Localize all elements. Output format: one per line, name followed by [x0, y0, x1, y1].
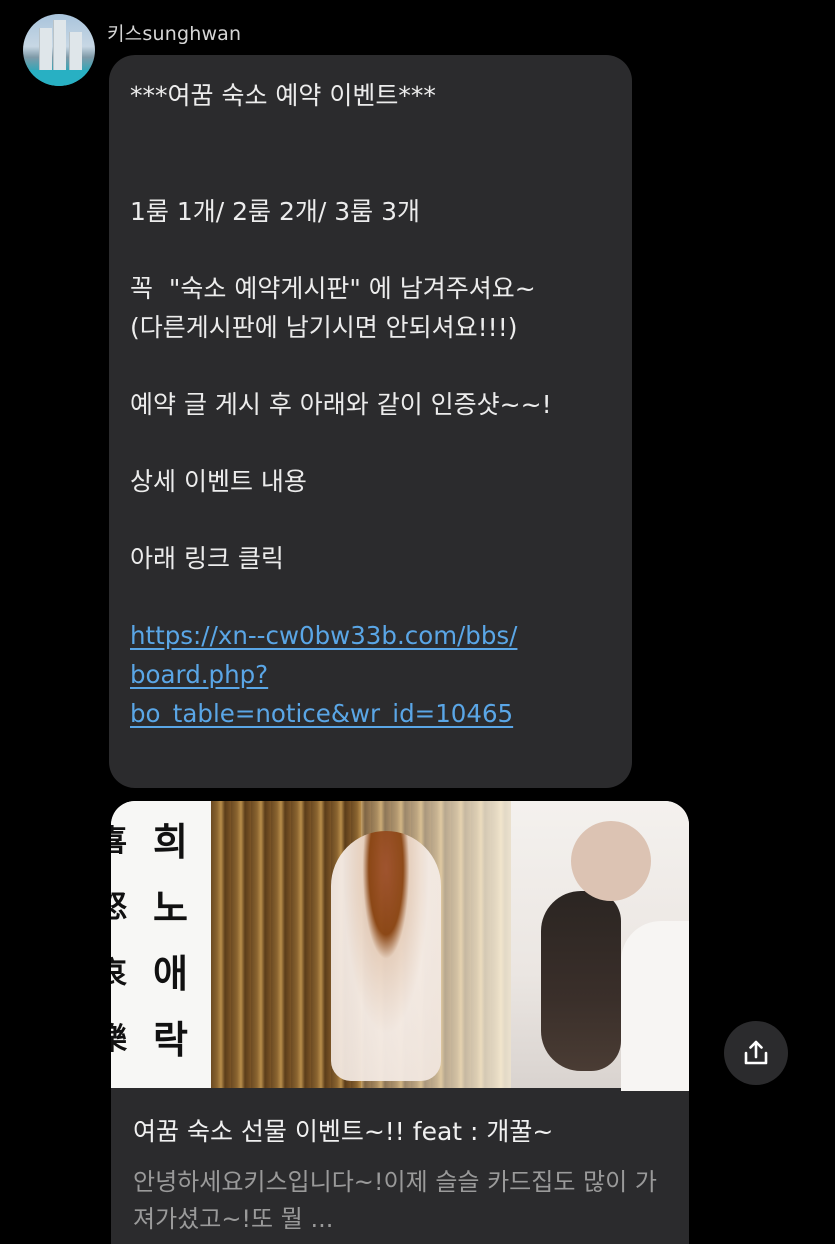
hangul-char: 희 [153, 819, 188, 864]
hangul-char: 락 [153, 1017, 188, 1062]
share-button[interactable] [724, 1021, 788, 1085]
message-line: 상세 이벤트 내용 [130, 466, 307, 496]
avatar-building [39, 28, 52, 72]
avatar-building [69, 32, 82, 72]
portrait-photo [511, 801, 689, 1091]
avatar-building [53, 20, 66, 72]
hangul-char: 노 [153, 885, 188, 930]
message-link[interactable]: bo_table=notice&wr_id=10465 [130, 695, 614, 734]
model-figure [331, 831, 441, 1081]
avatar[interactable] [23, 14, 95, 86]
message-line [130, 424, 614, 463]
hanja-char: 樂 [111, 1022, 127, 1057]
sender-name: 키스sunghwan [107, 23, 242, 45]
link-preview-title[interactable]: 여꿈 숙소 선물 이벤트~!! feat : 개꿀~ [133, 1112, 553, 1148]
message-line [130, 116, 614, 155]
message-line: (다른게시판에 남기시면 안되셔요!!!) [130, 312, 518, 342]
link-preview-description: 안녕하세요키스입니다~!이제 슬슬 카드집도 많이 가져가셨고~!또 뭘 ... [133, 1168, 657, 1233]
calligraphy-hanja-column: 喜 怒 哀 樂 [111, 809, 127, 1073]
message-line [130, 347, 614, 386]
bamboo-photo [211, 801, 511, 1088]
hanja-char: 喜 [111, 824, 127, 859]
message-line: 꼭 "숙소 예약게시판" 에 남겨주셔요~ [130, 273, 536, 303]
hanja-char: 哀 [111, 956, 127, 991]
message-line [130, 579, 614, 618]
avatar-pool [23, 70, 95, 86]
link-preview-card[interactable]: 喜 怒 哀 樂 희 노 애 락 여꿈 숙소 선물 이벤트~!! feat: 개… [111, 801, 689, 1244]
message-line: ***여꿈 숙소 예약 이벤트*** [130, 81, 436, 110]
message-bubble[interactable]: ***여꿈 숙소 예약 이벤트*** 1룸 1개/ 2룸 2개/ 3룸 3개 꼭… [109, 55, 632, 788]
message-line [130, 231, 614, 270]
portrait-shoulder [621, 921, 689, 1091]
calligraphy-hangul-column: 희 노 애 락 [153, 809, 188, 1073]
message-line: 아래 링크 클릭 [130, 544, 284, 574]
message-line: 1룸 1개/ 2룸 2개/ 3룸 3개 [130, 196, 421, 226]
portrait-face [571, 821, 651, 901]
portrait-hair [541, 891, 621, 1071]
share-icon [744, 1040, 768, 1065]
message-line: 예약 글 게시 후 아래와 같이 인증샷~~! [130, 389, 552, 419]
calligraphy-panel: 喜 怒 哀 樂 희 노 애 락 [111, 801, 211, 1088]
message-line [130, 154, 614, 193]
message-link[interactable]: https://xn--cw0bw33b.com/bbs/ [130, 617, 614, 656]
hanja-char: 怒 [111, 890, 127, 925]
link-preview-image[interactable]: 喜 怒 哀 樂 희 노 애 락 [111, 801, 689, 1091]
hangul-char: 애 [153, 951, 188, 996]
chat-screen: 키스sunghwan ***여꿈 숙소 예약 이벤트*** 1룸 1개/ 2룸 … [0, 0, 835, 1244]
message-line [130, 502, 614, 541]
message-link[interactable]: board.php? [130, 656, 614, 695]
